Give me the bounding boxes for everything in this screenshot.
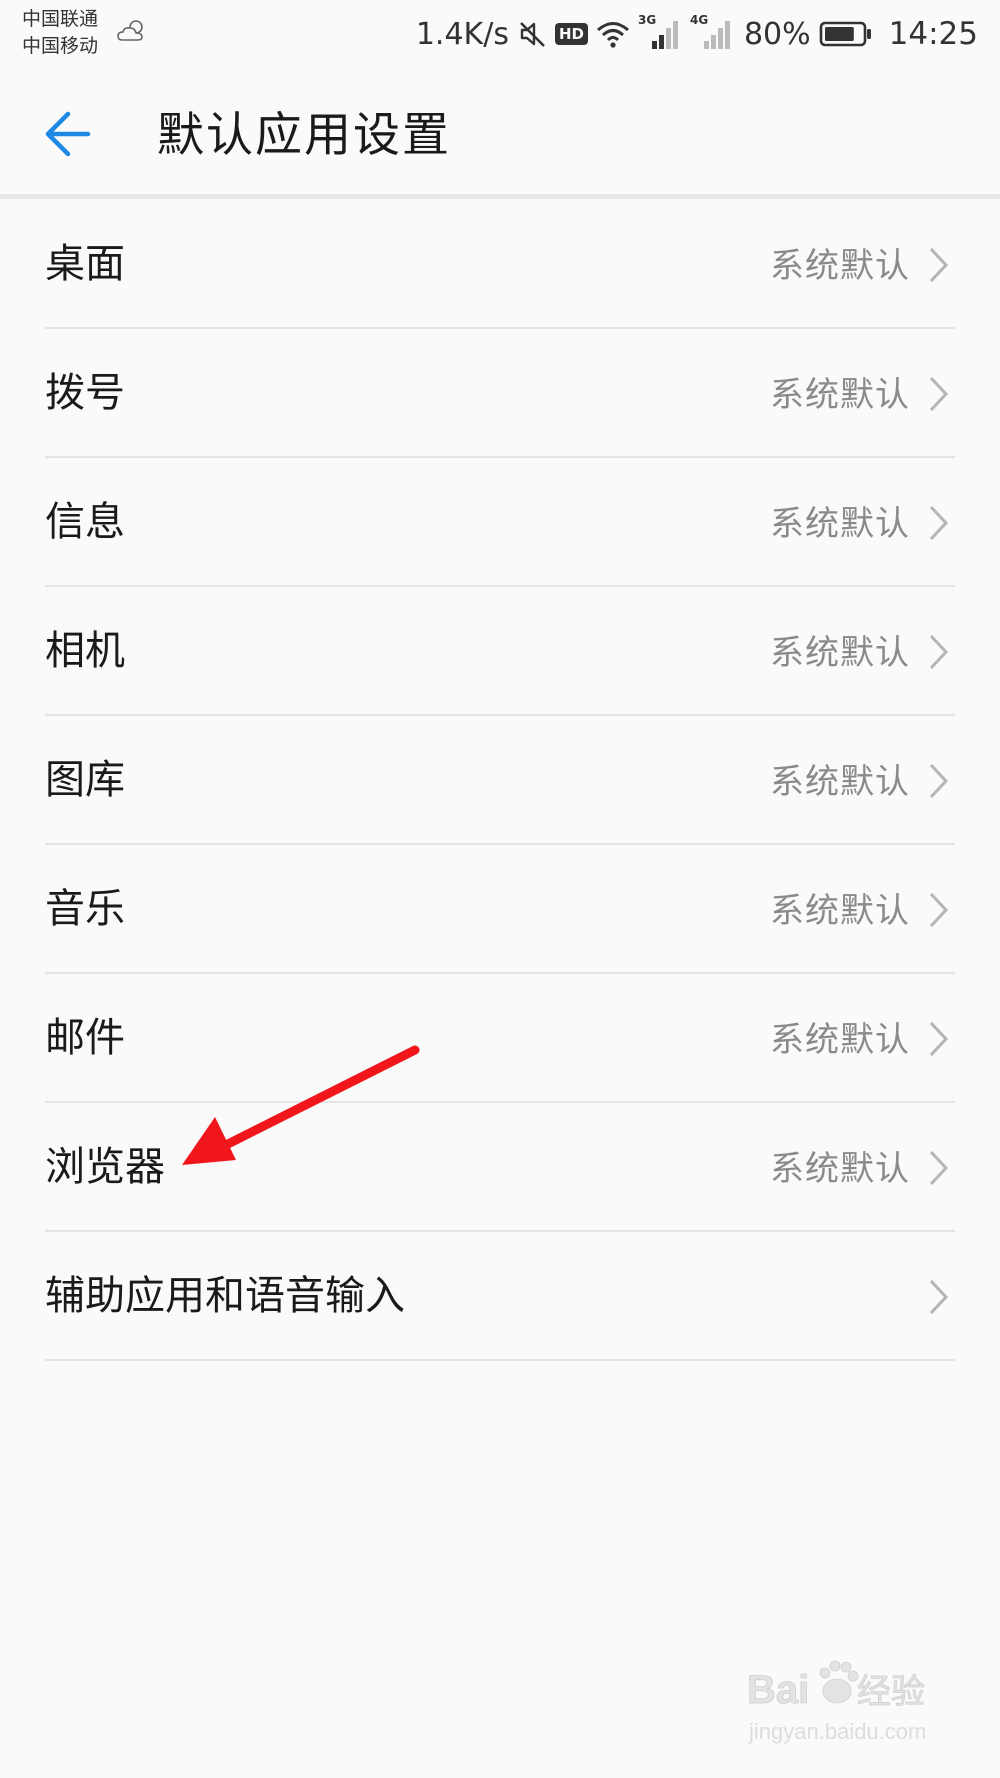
list-item-gallery[interactable]: 图库 系统默认 xyxy=(0,716,1000,845)
chevron-right-icon xyxy=(929,376,949,412)
header-divider xyxy=(0,194,1000,199)
signal-4g: 4G xyxy=(690,13,734,51)
item-label: 音乐 xyxy=(45,886,125,932)
page-title: 默认应用设置 xyxy=(157,108,451,163)
divider xyxy=(45,1359,955,1361)
watermark-url: jingyan.baidu.com xyxy=(748,1719,926,1744)
cloudy-sun-icon xyxy=(117,20,143,41)
app-header: 默认应用设置 xyxy=(0,70,1000,195)
list-item-email[interactable]: 邮件 系统默认 xyxy=(0,974,1000,1103)
item-label: 辅助应用和语音输入 xyxy=(45,1273,405,1319)
status-bar: 中国联通 中国移动 1.4K/s HD 3G 4G 80% 14:25 xyxy=(0,0,1000,70)
arrow-left-icon xyxy=(45,111,91,157)
item-value: 系统默认 xyxy=(770,1149,910,1189)
hd-badge: HD xyxy=(554,23,588,45)
mute-icon xyxy=(520,22,545,47)
signal-bars-icon xyxy=(651,21,678,49)
list-item-dialer[interactable]: 拨号 系统默认 xyxy=(0,329,1000,458)
chevron-right-icon xyxy=(929,763,949,799)
chevron-right-icon xyxy=(929,892,949,928)
wifi-icon xyxy=(596,22,629,48)
settings-list: 桌面 系统默认 拨号 系统默认 信息 系统默认 相机 系统默认 图库 系统默认 … xyxy=(0,200,1000,1361)
signal-3g: 3G xyxy=(638,13,682,51)
chevron-right-icon xyxy=(929,247,949,283)
item-value: 系统默认 xyxy=(770,246,910,286)
list-item-browser[interactable]: 浏览器 系统默认 xyxy=(0,1103,1000,1232)
list-item-camera[interactable]: 相机 系统默认 xyxy=(0,587,1000,716)
paw-icon xyxy=(819,1660,859,1704)
item-label: 桌面 xyxy=(45,241,125,287)
carrier-info: 中国联通 中国移动 xyxy=(22,6,98,60)
item-label: 浏览器 xyxy=(45,1144,165,1190)
watermark-brand-suffix: 经验 xyxy=(857,1672,925,1712)
item-label: 拨号 xyxy=(45,370,125,416)
status-icons: 1.4K/s HD 3G 4G 80% 14:25 xyxy=(415,13,978,54)
baidu-watermark: Bai 经验 jingyan.baidu.com xyxy=(747,1660,926,1744)
list-item-music[interactable]: 音乐 系统默认 xyxy=(0,845,1000,974)
signal-bars-icon xyxy=(703,21,730,49)
item-label: 图库 xyxy=(45,757,125,803)
list-item-messages[interactable]: 信息 系统默认 xyxy=(0,458,1000,587)
item-value: 系统默认 xyxy=(770,891,910,931)
list-item-desktop[interactable]: 桌面 系统默认 xyxy=(0,200,1000,329)
item-value: 系统默认 xyxy=(770,504,910,544)
item-label: 相机 xyxy=(45,628,125,674)
carrier-2: 中国移动 xyxy=(22,35,99,57)
item-value: 系统默认 xyxy=(770,633,910,673)
item-label: 邮件 xyxy=(45,1015,125,1061)
item-value: 系统默认 xyxy=(770,762,910,802)
chevron-right-icon xyxy=(929,1279,949,1315)
chevron-right-icon xyxy=(929,634,949,670)
list-item-assist-voice[interactable]: 辅助应用和语音输入 xyxy=(0,1232,1000,1361)
watermark-brand: Bai xyxy=(747,1668,809,1712)
chevron-right-icon xyxy=(929,505,949,541)
item-value: 系统默认 xyxy=(770,375,910,415)
carrier-1: 中国联通 xyxy=(22,8,99,30)
back-button[interactable] xyxy=(40,104,110,164)
chevron-right-icon xyxy=(929,1021,949,1057)
clock: 14:25 xyxy=(888,16,978,52)
item-value: 系统默认 xyxy=(770,1020,910,1060)
battery-percent: 80% xyxy=(743,16,811,52)
chevron-right-icon xyxy=(929,1150,949,1186)
network-speed: 1.4K/s xyxy=(415,16,509,52)
item-label: 信息 xyxy=(45,499,125,545)
battery-icon xyxy=(819,21,871,47)
red-arrow-annotation xyxy=(182,1045,420,1165)
